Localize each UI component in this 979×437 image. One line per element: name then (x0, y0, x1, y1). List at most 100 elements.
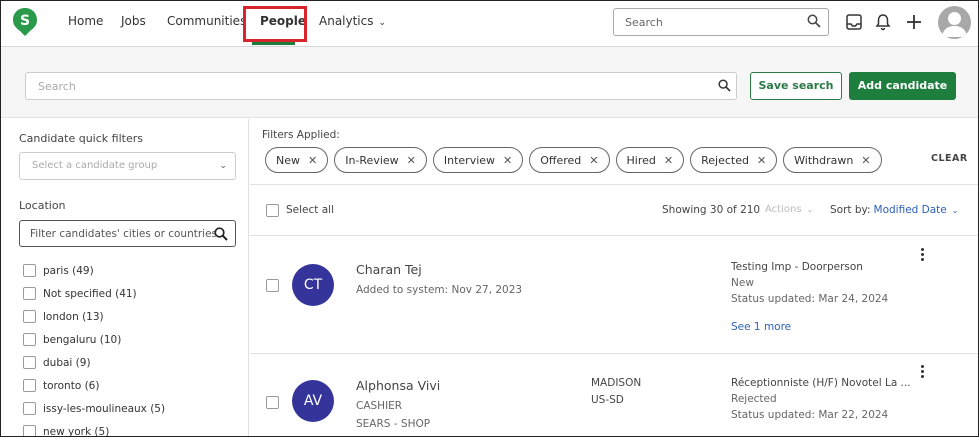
candidate-city: MADISON (591, 377, 642, 389)
candidate-title: CASHIER (356, 400, 403, 412)
candidate-job-title[interactable]: Testing Imp - Doorperson (731, 261, 863, 273)
filter-chip-in-review[interactable]: In-Review ✕ (334, 147, 427, 173)
search-icon[interactable] (718, 79, 731, 92)
candidate-job-title[interactable]: Réceptionniste (H/F) Novotel La ... (731, 377, 911, 389)
add-candidate-button[interactable]: Add candidate (849, 72, 956, 100)
candidate-status-updated: Status updated: Mar 22, 2024 (731, 409, 889, 421)
nav-communities[interactable]: Communities (167, 14, 246, 28)
location-option[interactable]: bengaluru (10) (23, 328, 243, 351)
list-toolbar: Select all Showing 30 of 210 Actions ⌄ So… (250, 186, 978, 236)
see-more-link[interactable]: See 1 more (731, 321, 791, 333)
actions-dropdown[interactable]: Actions ⌄ (765, 204, 813, 215)
select-all-checkbox[interactable] (266, 204, 279, 217)
close-icon[interactable]: ✕ (503, 154, 512, 167)
inbox-icon[interactable] (845, 13, 863, 31)
candidate-card[interactable]: AV Alphonsa Vivi CASHIER SEARS - SHOP MA… (250, 355, 978, 436)
nav-home[interactable]: Home (68, 14, 103, 28)
user-avatar[interactable] (938, 6, 971, 39)
location-option[interactable]: dubai (9) (23, 351, 243, 374)
close-icon[interactable]: ✕ (664, 154, 673, 167)
close-icon[interactable]: ✕ (407, 154, 416, 167)
chevron-down-icon: ⌄ (378, 18, 387, 28)
location-list: paris (49) Not specified (41) london (13… (23, 259, 243, 436)
sort-value[interactable]: Modified Date ⌄ (874, 204, 959, 216)
checkbox[interactable] (23, 287, 36, 300)
filter-chip-new[interactable]: New ✕ (265, 147, 329, 173)
checkbox[interactable] (23, 379, 36, 392)
close-icon[interactable]: ✕ (308, 154, 317, 167)
search-icon[interactable] (807, 14, 821, 28)
nav-jobs[interactable]: Jobs (121, 14, 146, 28)
candidate-checkbox[interactable] (266, 279, 279, 292)
chip-label: Offered (540, 153, 582, 167)
location-filter-input[interactable] (19, 220, 236, 247)
candidate-avatar[interactable]: AV (292, 380, 334, 422)
select-all-label[interactable]: Select all (286, 204, 334, 216)
chip-label: Withdrawn (794, 153, 854, 167)
filter-chip-withdrawn[interactable]: Withdrawn ✕ (783, 147, 882, 173)
more-options-icon[interactable] (921, 365, 927, 380)
nav-analytics-label: Analytics (319, 14, 374, 28)
close-icon[interactable]: ✕ (757, 154, 766, 167)
bell-icon[interactable] (874, 13, 892, 31)
filter-chips: New ✕ In-Review ✕ Interview ✕ Offered ✕ Hire… (265, 147, 882, 173)
brand-logo[interactable]: S (12, 7, 38, 37)
quick-filters-label: Candidate quick filters (19, 132, 143, 145)
chip-label: Interview (443, 153, 496, 167)
checkbox[interactable] (23, 356, 36, 369)
candidate-region: US-SD (591, 394, 624, 406)
chevron-down-icon: ⌄ (219, 161, 227, 171)
location-option[interactable]: london (13) (23, 305, 243, 328)
checkbox[interactable] (23, 310, 36, 323)
search-icon[interactable] (214, 227, 228, 241)
global-search-input[interactable] (613, 8, 829, 36)
checkbox[interactable] (23, 333, 36, 346)
candidate-checkbox[interactable] (266, 396, 279, 409)
candidate-name[interactable]: Alphonsa Vivi (356, 378, 440, 393)
location-option[interactable]: issy-les-moulineaux (5) (23, 397, 243, 420)
location-option[interactable]: Not specified (41) (23, 282, 243, 305)
save-search-button[interactable]: Save search (750, 72, 842, 100)
more-options-icon[interactable] (921, 248, 927, 263)
candidate-search-input[interactable] (25, 72, 737, 100)
actions-label: Actions (765, 204, 802, 215)
location-option-label: Not specified (41) (43, 287, 137, 300)
candidate-status-updated: Status updated: Mar 24, 2024 (731, 293, 889, 305)
candidate-group-select[interactable]: Select a candidate group ⌄ (19, 152, 236, 180)
filter-chip-interview[interactable]: Interview ✕ (432, 147, 524, 173)
location-option-label: issy-les-moulineaux (5) (43, 402, 166, 415)
chevron-down-icon: ⌄ (806, 205, 814, 214)
top-navigation: S Home Jobs Communities People Analytics… (1, 1, 978, 47)
close-icon[interactable]: ✕ (861, 154, 870, 167)
checkbox[interactable] (23, 402, 36, 415)
highlight-box (243, 6, 307, 42)
location-option-label: dubai (9) (43, 356, 91, 369)
checkbox[interactable] (23, 264, 36, 277)
location-option[interactable]: toronto (6) (23, 374, 243, 397)
filter-chip-rejected[interactable]: Rejected ✕ (690, 147, 778, 173)
location-option-label: bengaluru (10) (43, 333, 122, 346)
location-label: Location (19, 199, 66, 212)
location-option[interactable]: new york (5) (23, 420, 243, 436)
sort-control[interactable]: Sort by: Modified Date ⌄ (830, 204, 958, 216)
search-toolbar: Save search Add candidate (1, 48, 978, 118)
location-option-label: toronto (6) (43, 379, 100, 392)
clear-filters-button[interactable]: CLEAR (931, 153, 968, 164)
chevron-down-icon: ⌄ (951, 206, 959, 215)
filter-chip-hired[interactable]: Hired ✕ (615, 147, 685, 173)
filter-chip-offered[interactable]: Offered ✕ (529, 147, 610, 173)
active-tab-indicator (252, 42, 295, 45)
user-silhouette-icon (942, 12, 967, 37)
close-icon[interactable]: ✕ (589, 154, 598, 167)
location-option[interactable]: paris (49) (23, 259, 243, 282)
plus-icon[interactable] (905, 13, 923, 31)
filters-sidebar: Candidate quick filters Select a candida… (1, 119, 249, 436)
checkbox[interactable] (23, 425, 36, 436)
candidate-name[interactable]: Charan Tej (356, 262, 422, 277)
chip-label: New (276, 153, 300, 167)
nav-analytics[interactable]: Analytics ⌄ (319, 14, 386, 28)
candidate-avatar[interactable]: CT (292, 264, 334, 306)
candidate-group-placeholder: Select a candidate group (32, 160, 158, 171)
candidate-card[interactable]: CT Charan Tej Added to system: Nov 27, 2… (250, 237, 978, 354)
candidate-added-date: Added to system: Nov 27, 2023 (356, 284, 523, 296)
